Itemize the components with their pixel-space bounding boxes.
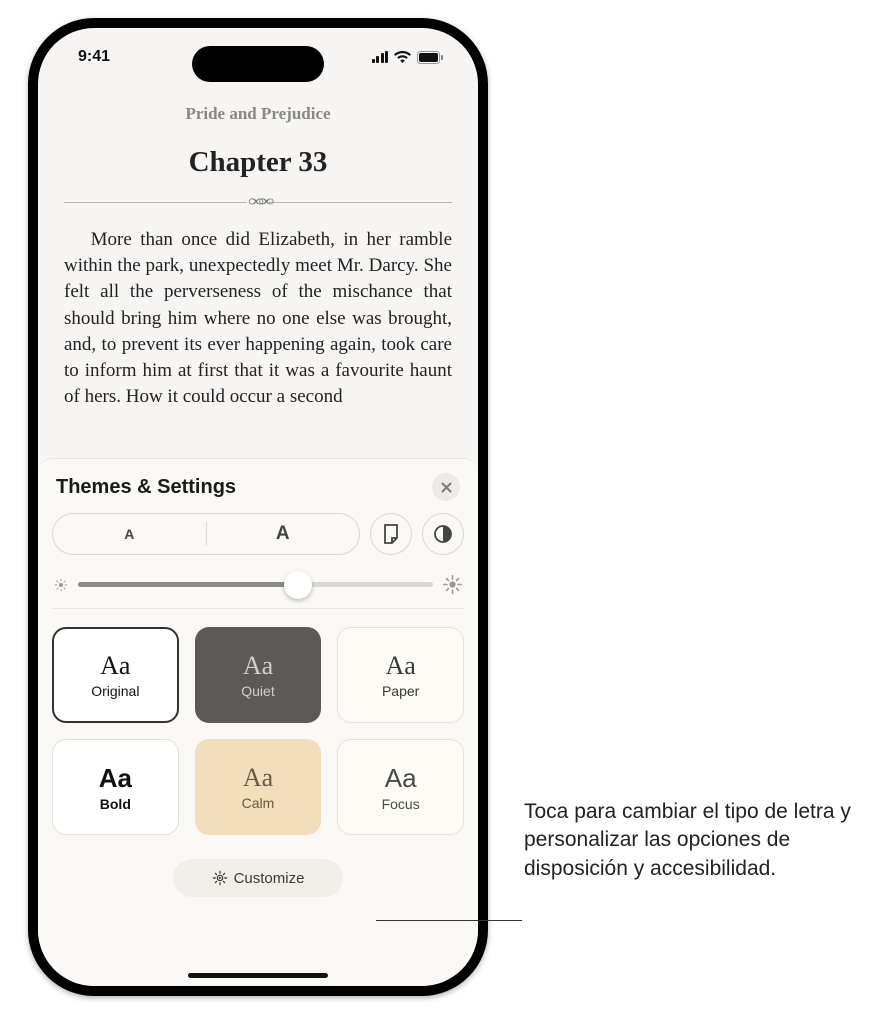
status-indicators bbox=[372, 51, 445, 64]
brightness-high-icon bbox=[443, 575, 462, 594]
sheet-title: Themes & Settings bbox=[56, 476, 236, 499]
home-indicator[interactable] bbox=[188, 973, 328, 978]
theme-calm[interactable]: Aa Calm bbox=[195, 739, 322, 835]
theme-label: Paper bbox=[382, 683, 419, 699]
brightness-low-icon bbox=[54, 578, 68, 592]
status-time: 9:41 bbox=[78, 48, 110, 66]
close-icon bbox=[441, 482, 452, 493]
themes-settings-sheet: Themes & Settings A A bbox=[38, 458, 478, 986]
page-icon bbox=[382, 524, 400, 544]
customize-label: Customize bbox=[234, 870, 305, 887]
book-title: Pride and Prejudice bbox=[64, 104, 452, 124]
battery-icon bbox=[417, 51, 444, 64]
theme-label: Calm bbox=[242, 795, 275, 811]
gear-play-icon bbox=[212, 870, 228, 886]
theme-original[interactable]: Aa Original bbox=[52, 627, 179, 723]
chapter-ornament: ∞∞ bbox=[64, 193, 452, 211]
theme-focus[interactable]: Aa Focus bbox=[337, 739, 464, 835]
appearance-button[interactable] bbox=[422, 513, 464, 555]
close-button[interactable] bbox=[432, 473, 460, 501]
book-body-text: More than once did Elizabeth, in her ram… bbox=[64, 227, 452, 411]
iphone-frame: 9:41 Pride and Prejudice Chapter 33 bbox=[28, 18, 488, 996]
dynamic-island bbox=[192, 46, 324, 82]
theme-label: Original bbox=[91, 683, 139, 699]
callout-text: Toca para cambiar el tipo de letra y per… bbox=[524, 798, 864, 883]
callout-leader-line bbox=[376, 920, 522, 921]
brightness-control bbox=[52, 569, 464, 609]
font-size-control: A A bbox=[52, 513, 360, 555]
contrast-icon bbox=[433, 524, 453, 544]
page-options-button[interactable] bbox=[370, 513, 412, 555]
theme-quiet[interactable]: Aa Quiet bbox=[195, 627, 322, 723]
brightness-slider[interactable] bbox=[78, 582, 433, 587]
screen: 9:41 Pride and Prejudice Chapter 33 bbox=[38, 28, 478, 986]
theme-label: Bold bbox=[100, 796, 131, 812]
chapter-title: Chapter 33 bbox=[64, 146, 452, 179]
wifi-icon bbox=[394, 51, 411, 63]
theme-label: Focus bbox=[382, 796, 420, 812]
customize-button[interactable]: Customize bbox=[173, 859, 343, 897]
theme-label: Quiet bbox=[241, 683, 274, 699]
cellular-icon bbox=[372, 51, 389, 63]
decrease-font-button[interactable]: A bbox=[53, 514, 206, 554]
theme-bold[interactable]: Aa Bold bbox=[52, 739, 179, 835]
theme-paper[interactable]: Aa Paper bbox=[337, 627, 464, 723]
increase-font-button[interactable]: A bbox=[207, 514, 360, 554]
